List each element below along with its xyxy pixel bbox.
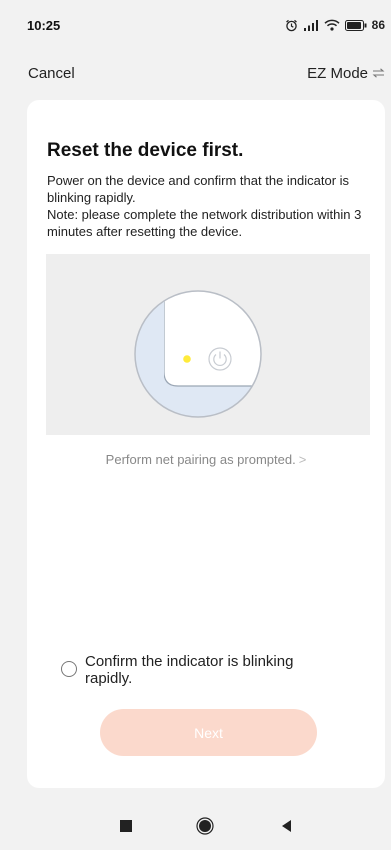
page-title: Reset the device first. xyxy=(47,140,244,161)
instructions-note: Note: please complete the network distri… xyxy=(47,207,362,239)
device-indicator-graphic xyxy=(134,290,262,418)
status-bar: 10:25 86 xyxy=(0,0,391,50)
home-icon[interactable] xyxy=(196,817,214,835)
net-pairing-help-link[interactable]: Perform net pairing as prompted. > xyxy=(27,452,385,467)
battery-icon xyxy=(344,19,367,31)
swap-arrows-icon xyxy=(372,65,385,82)
indicator-light-icon xyxy=(183,355,191,363)
device-illustration xyxy=(46,254,370,435)
status-icons: 86 xyxy=(285,18,385,32)
help-link-label: Perform net pairing as prompted. xyxy=(105,452,296,467)
top-nav: Cancel EZ Mode xyxy=(0,58,391,88)
status-time: 10:25 xyxy=(27,17,61,33)
confirm-radio[interactable] xyxy=(61,661,77,677)
battery-level: 86 xyxy=(371,18,385,32)
confirm-indicator-checkbox[interactable]: Confirm the indicator is blinking rapidl… xyxy=(61,653,325,687)
back-icon[interactable] xyxy=(280,819,292,833)
wifi-icon xyxy=(324,19,340,31)
alarm-icon xyxy=(285,19,298,32)
mode-switch-button[interactable]: EZ Mode xyxy=(307,65,385,82)
instructions-line-1: Power on the device and confirm that the… xyxy=(47,173,350,205)
chevron-right-icon: > xyxy=(298,452,307,467)
mode-label: EZ Mode xyxy=(307,64,368,82)
reset-instructions-card: Reset the device first. Power on the dev… xyxy=(27,100,385,788)
recent-apps-icon[interactable] xyxy=(119,819,133,833)
instructions-text: Power on the device and confirm that the… xyxy=(47,172,372,240)
cancel-button[interactable]: Cancel xyxy=(28,65,75,82)
confirm-label: Confirm the indicator is blinking rapidl… xyxy=(85,653,294,687)
next-button[interactable]: Next xyxy=(100,709,317,756)
system-nav-bar xyxy=(0,805,391,850)
signal-icon xyxy=(303,19,319,31)
